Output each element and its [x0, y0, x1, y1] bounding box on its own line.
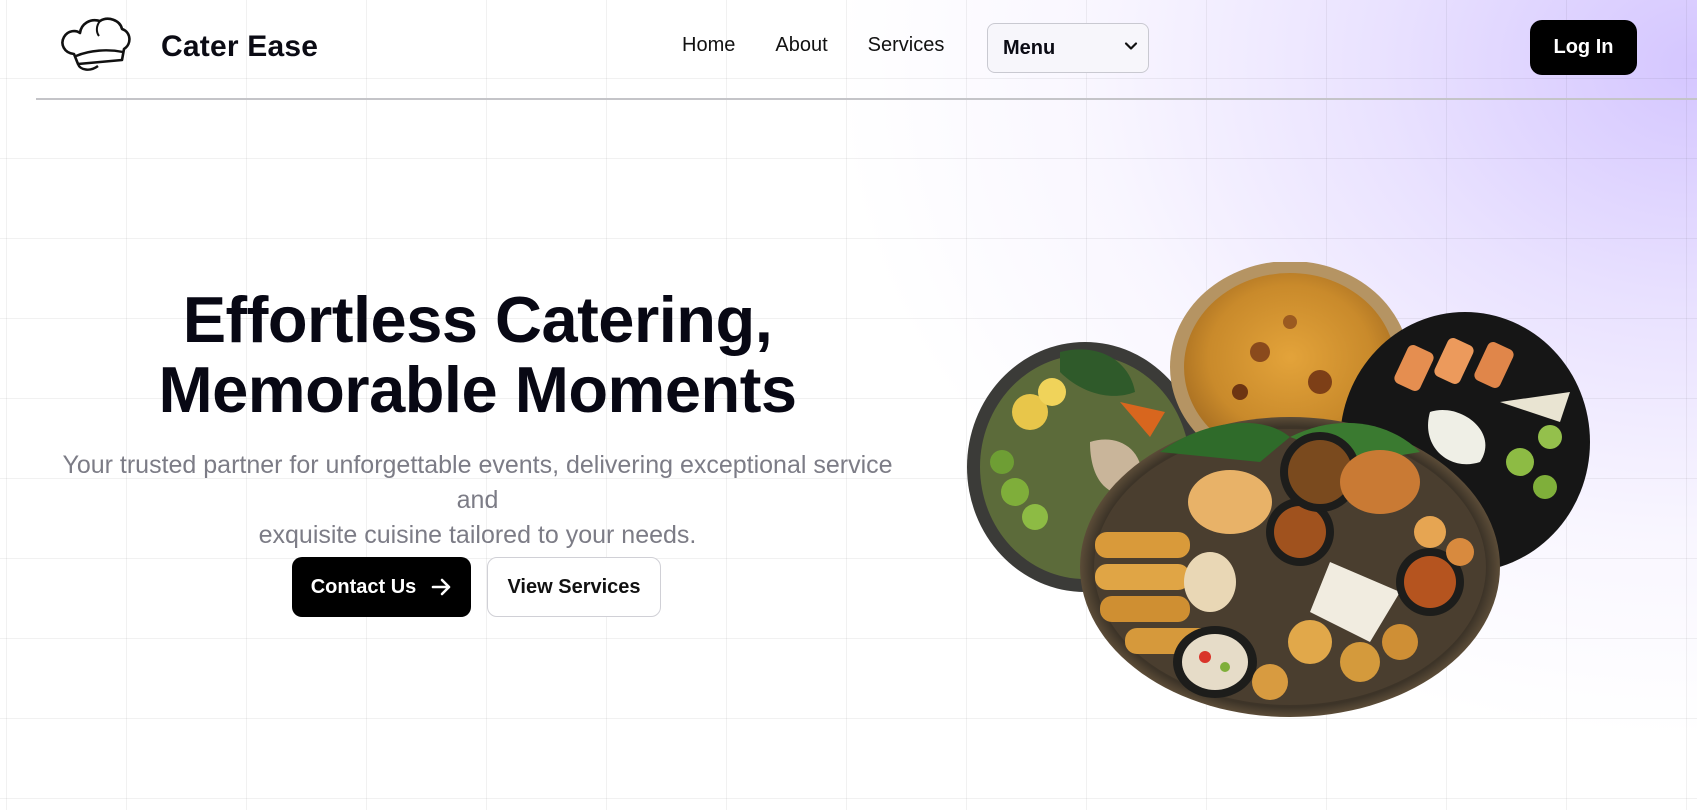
contact-us-label: Contact Us [310, 575, 417, 598]
nav-home-link[interactable]: Home [682, 34, 735, 57]
hero-title-line-2: Memorable Moments [158, 353, 797, 426]
site-header: Cater Ease Home About Services Menu Log … [0, 0, 1697, 98]
contact-us-button[interactable]: Contact Us [292, 557, 471, 617]
nav-about-link[interactable]: About [775, 34, 827, 57]
chevron-down-icon [1124, 42, 1138, 50]
view-services-button[interactable]: View Services [487, 557, 661, 617]
brand-name[interactable]: Cater Ease [161, 30, 318, 64]
hero-title: Effortless Catering, Memorable Moments [40, 285, 915, 425]
main-nav: Home About Services [682, 34, 944, 57]
catering-platter-image [967, 262, 1590, 717]
chef-hat-icon[interactable] [60, 14, 132, 74]
hero-title-line-1: Effortless Catering, [182, 283, 773, 356]
snack-tray [1080, 417, 1500, 717]
hero-subtitle-line-1: Your trusted partner for unforgettable e… [62, 451, 893, 514]
hero-subtitle-line-2: exquisite cuisine tailored to your needs… [258, 521, 697, 549]
arrow-right-icon [431, 578, 451, 596]
nav-services-link[interactable]: Services [868, 34, 945, 57]
header-divider [36, 98, 1697, 100]
menu-select-value: Menu [1003, 36, 1056, 59]
login-button[interactable]: Log In [1530, 20, 1637, 75]
menu-select[interactable]: Menu [987, 23, 1149, 73]
hero-subtitle: Your trusted partner for unforgettable e… [50, 448, 905, 553]
